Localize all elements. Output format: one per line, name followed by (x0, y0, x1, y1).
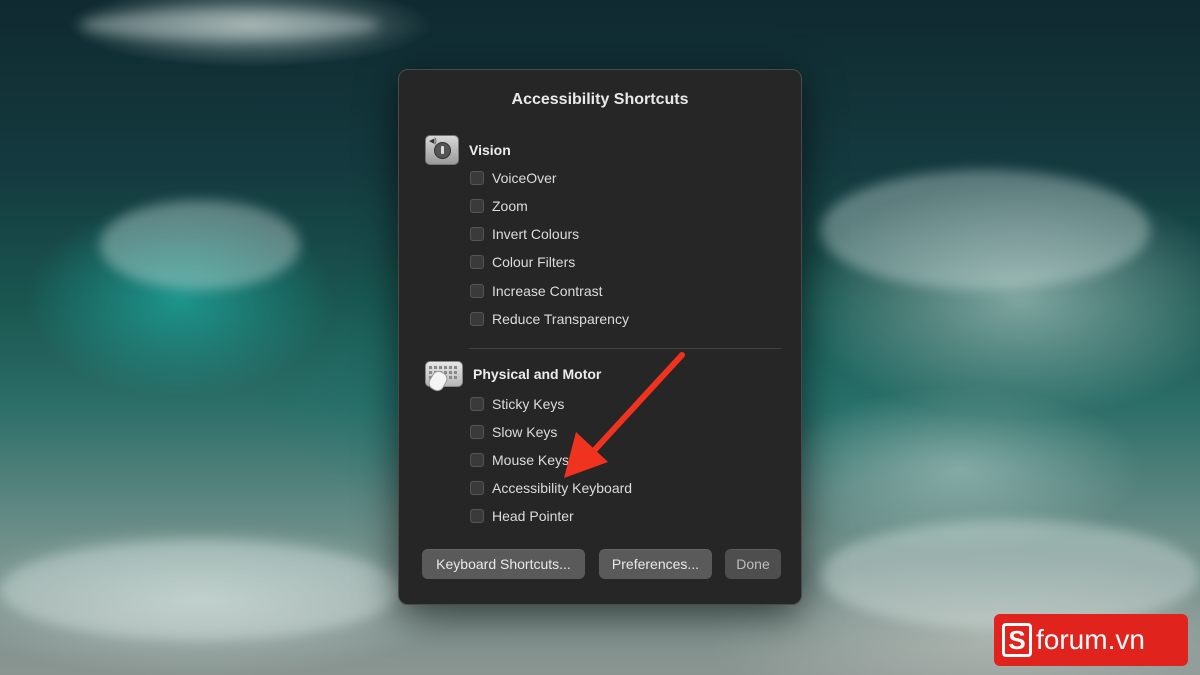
option-invert-colours[interactable]: Invert Colours (470, 224, 579, 244)
checkbox[interactable] (470, 171, 484, 185)
keyboard-shortcuts-button[interactable]: Keyboard Shortcuts... (422, 549, 585, 579)
option-mouse-keys[interactable]: Mouse Keys (470, 450, 569, 470)
vision-accessibility-icon: ◀) (425, 135, 459, 165)
option-label: Slow Keys (492, 424, 558, 440)
option-label: Mouse Keys (492, 452, 570, 468)
section-vision: ◀) Vision (425, 135, 511, 165)
checkbox[interactable] (470, 284, 484, 298)
checkbox[interactable] (470, 199, 484, 213)
option-label: Head Pointer (492, 508, 574, 524)
option-label: Accessibility Keyboard (492, 480, 633, 496)
section-label-physical-motor: Physical and Motor (473, 366, 602, 382)
option-label: Invert Colours (492, 226, 580, 242)
option-label: VoiceOver (492, 170, 557, 186)
option-increase-contrast[interactable]: Increase Contrast (470, 281, 603, 301)
option-zoom[interactable]: Zoom (470, 196, 528, 216)
checkbox[interactable] (470, 255, 484, 269)
option-label: Sticky Keys (492, 396, 565, 412)
option-label: Zoom (492, 198, 528, 214)
option-voiceover[interactable]: VoiceOver (470, 168, 557, 188)
sforum-logo: S forum.vn (994, 614, 1188, 666)
option-label: Reduce Transparency (492, 311, 629, 327)
checkbox[interactable] (470, 481, 484, 495)
option-colour-filters[interactable]: Colour Filters (470, 252, 575, 272)
preferences-button[interactable]: Preferences... (599, 549, 712, 579)
checkbox[interactable] (470, 453, 484, 467)
checkbox[interactable] (470, 312, 484, 326)
section-divider (469, 348, 781, 349)
option-head-pointer[interactable]: Head Pointer (470, 506, 574, 526)
keyboard-mouse-icon (425, 361, 463, 394)
checkbox[interactable] (470, 425, 484, 439)
section-physical-motor: Physical and Motor (425, 361, 602, 394)
option-label: Increase Contrast (492, 283, 603, 299)
option-reduce-transparency[interactable]: Reduce Transparency (470, 309, 629, 329)
option-slow-keys[interactable]: Slow Keys (470, 422, 557, 442)
checkbox[interactable] (470, 397, 484, 411)
accessibility-shortcuts-dialog: Accessibility Shortcuts ◀) Vision VoiceO… (398, 69, 802, 605)
done-button[interactable]: Done (725, 549, 781, 579)
option-accessibility-keyboard[interactable]: Accessibility Keyboard (470, 478, 632, 498)
section-label-vision: Vision (469, 142, 511, 158)
checkbox[interactable] (470, 227, 484, 241)
option-sticky-keys[interactable]: Sticky Keys (470, 394, 564, 414)
checkbox[interactable] (470, 509, 484, 523)
option-label: Colour Filters (492, 254, 576, 270)
logo-text: forum.vn (1036, 624, 1145, 655)
dialog-title: Accessibility Shortcuts (511, 91, 689, 108)
logo-s-mark: S (1002, 623, 1032, 657)
